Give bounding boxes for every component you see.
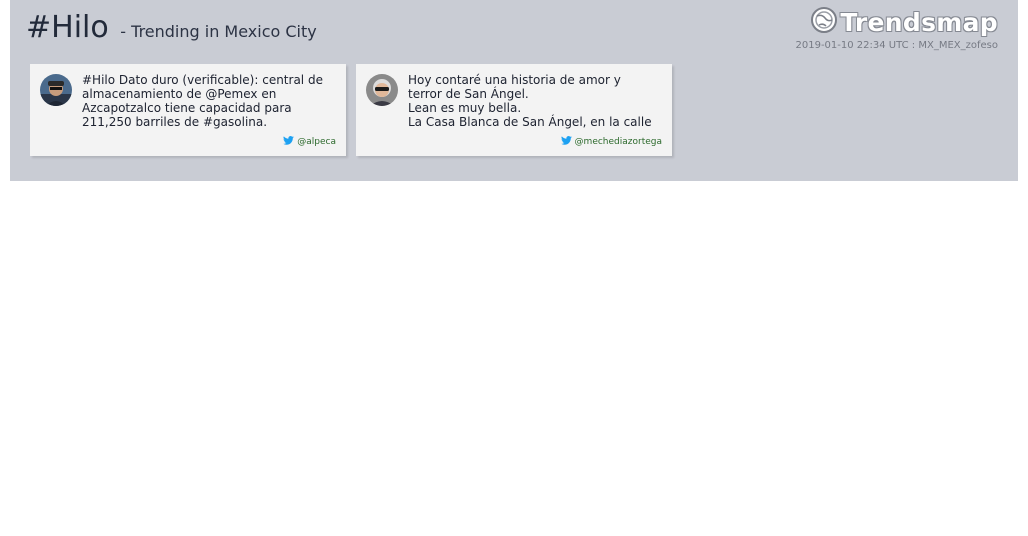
- twitter-bird-icon: [560, 136, 572, 148]
- tweet-handle[interactable]: @alpeca: [297, 137, 336, 147]
- tweet-text: #Hilo Dato duro (verificable): central d…: [82, 73, 323, 129]
- page-title: #Hilo - Trending in Mexico City: [26, 10, 317, 50]
- trend-panel: #Hilo - Trending in Mexico City Trendsma…: [10, 0, 1018, 181]
- trendsmap-logo[interactable]: Trendsmap: [810, 6, 998, 38]
- trend-subtitle: - Trending in Mexico City: [120, 22, 317, 41]
- avatar[interactable]: [40, 74, 72, 106]
- tweet-text: Hoy contaré una historia de amor y terro…: [408, 73, 652, 129]
- avatar[interactable]: [366, 74, 398, 106]
- globe-logo-icon: [810, 6, 838, 38]
- tweet-author[interactable]: @mechediazortega: [560, 136, 662, 148]
- timestamp-meta: 2019-01-10 22:34 UTC : MX_MEX_zofeso: [795, 40, 999, 51]
- tweet-card[interactable]: #Hilo Dato duro (verificable): central d…: [30, 64, 346, 156]
- brand-name: Trendsmap: [840, 7, 998, 37]
- tweet-card[interactable]: Hoy contaré una historia de amor y terro…: [356, 64, 672, 156]
- twitter-bird-icon: [283, 136, 295, 148]
- tweet-handle[interactable]: @mechediazortega: [575, 137, 662, 147]
- tweet-author[interactable]: @alpeca: [283, 136, 336, 148]
- hashtag-title[interactable]: #Hilo: [26, 10, 109, 45]
